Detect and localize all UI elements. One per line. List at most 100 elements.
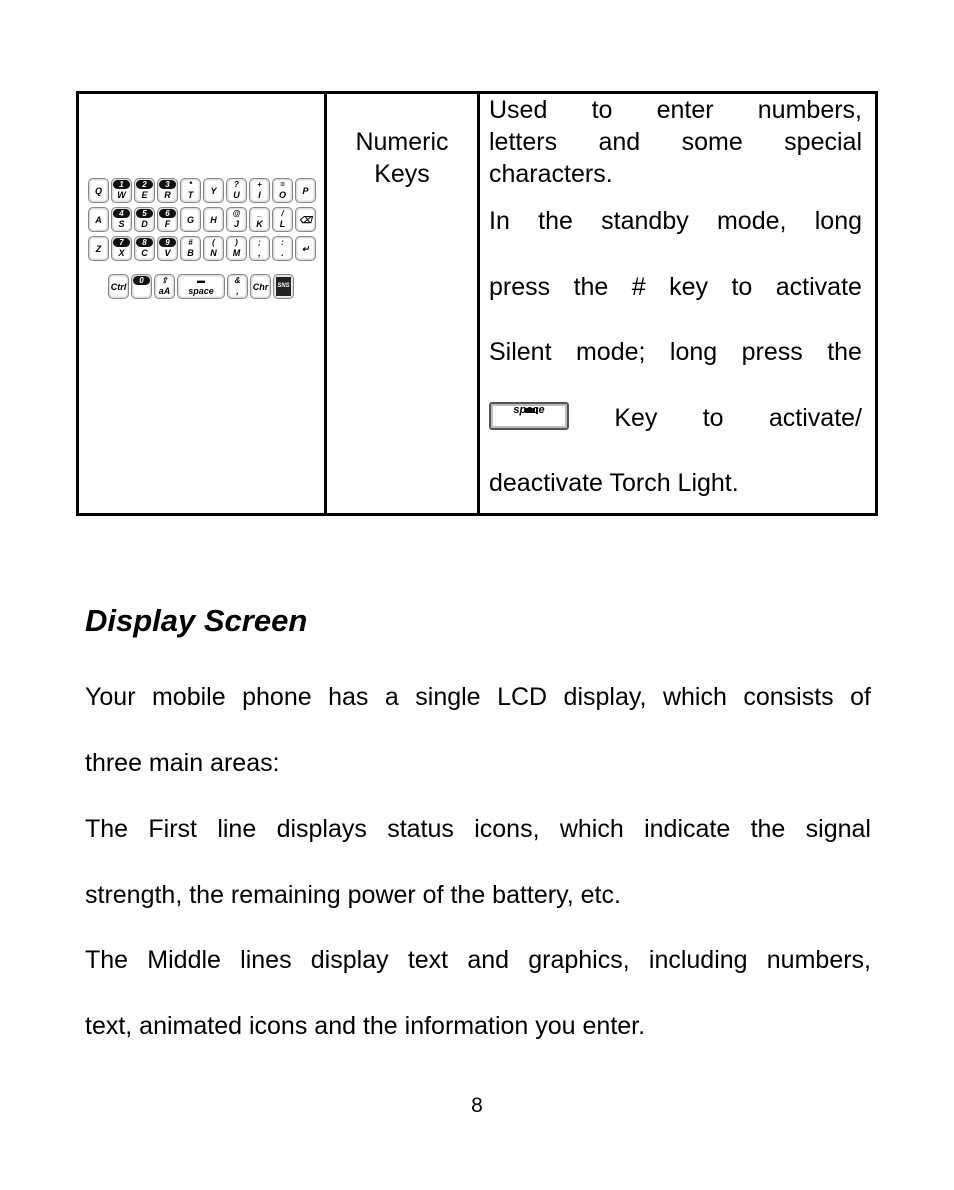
key-label: V [164, 248, 171, 258]
keyboard-key: A [88, 207, 109, 232]
word: indicate [644, 815, 731, 843]
keys-table: Q 1 W 2 E 3 R * T Y? U + I = O P A 4 S 5 D 6 F G H @ J _ K / L ⌫ Z 7 X 8 C 9 V… [76, 91, 878, 516]
word: line [217, 815, 257, 843]
key-secondary-label: & [234, 276, 241, 285]
word: mobile [151, 683, 226, 711]
text-line: text, animated icons and the information… [85, 1010, 871, 1076]
key-secondary-label: ; [258, 238, 261, 247]
word: letters [489, 128, 558, 156]
key-label: ↵ [301, 244, 310, 254]
key-secondary-label: 4 [113, 209, 130, 218]
word: the [573, 272, 609, 301]
keyboard-key: * T [180, 178, 201, 203]
word: In [489, 207, 510, 235]
key-secondary-label: 3 [159, 180, 176, 189]
keyboard-key: 6F [157, 207, 178, 232]
description-paragraph: In the standby mode, long press the # key to activ… [489, 205, 862, 533]
keyboard-key: Ctrl [108, 274, 129, 299]
text-line: Used to enter numbers, [489, 94, 862, 126]
word: status [387, 815, 454, 843]
key-label: M [232, 248, 241, 258]
keyboard-key: SNS [273, 274, 294, 299]
word: the [538, 207, 573, 235]
key-secondary-label: 9 [159, 238, 176, 247]
keyboard-row: Ctrl 0 ⇧ aA ▬ space &, Chr SNS [108, 274, 294, 299]
description-paragraph: Used to enter numbers, letters and some special… [489, 94, 862, 190]
key-label: A [95, 215, 102, 225]
key-label: Q [94, 186, 102, 196]
keyboard-key: ) M [226, 236, 247, 261]
keyboard-key: 2E [134, 178, 155, 203]
key-secondary-label: 7 [113, 238, 130, 247]
key-label: N [210, 248, 217, 258]
word: including [648, 946, 748, 974]
word: press [741, 338, 803, 366]
word: mode; [575, 338, 646, 366]
key-label: J [233, 219, 239, 229]
key-label: W [117, 190, 126, 200]
word: the [750, 815, 786, 843]
key-label: P [302, 186, 309, 196]
key-label: Chr [252, 282, 269, 292]
word: special [784, 128, 862, 156]
keyboard-key: &, [227, 274, 248, 299]
key-label: SNS [276, 277, 291, 296]
word: graphics, [528, 946, 630, 974]
word: mode, [716, 207, 787, 235]
text-line: The Middle lines display text and graphics, inc… [85, 944, 871, 1010]
keyboard-key: G [180, 207, 201, 232]
keyboard-key: ▬ space [177, 274, 225, 299]
key-label: T [187, 190, 194, 200]
text-line: characters. [489, 158, 862, 190]
keyboard-key: ? U [226, 178, 247, 203]
key-label: , [258, 248, 261, 258]
word: single [415, 683, 481, 711]
key-secondary-label: @ [232, 209, 241, 218]
key-label: O [278, 190, 286, 200]
key-label: aA [158, 286, 171, 296]
word: First [148, 815, 198, 843]
page-number: 8 [471, 1094, 483, 1117]
text-line: Silent mode; long press the [489, 336, 862, 402]
key-description-cell: Used to enter numbers, letters and some special… [489, 94, 862, 533]
key-label: E [141, 190, 148, 200]
word: Key [614, 403, 658, 432]
key-label: U [233, 190, 240, 200]
key-label: G [186, 215, 194, 225]
word: of [850, 683, 871, 711]
word: and [467, 946, 510, 974]
word: activate/ [768, 403, 862, 432]
keyboard-key: P [295, 178, 316, 203]
word: text [407, 946, 449, 974]
word: signal [805, 815, 871, 843]
keyboard-row: Z 7 X 8 C 9 V # B(N) M;,:. ↵ [88, 236, 316, 261]
word: Your [85, 683, 136, 711]
key-name-line: Numeric [355, 128, 449, 156]
keyboard-key: 9V [157, 236, 178, 261]
key-secondary-label: + [257, 180, 262, 189]
word: icons, [474, 815, 540, 843]
keyboard-row: A 4 S 5 D 6 F G H @ J _ K / L ⌫ [88, 207, 316, 232]
word: Used [489, 96, 548, 124]
keyboard-key: (N [203, 236, 224, 261]
text-line: strength, the remaining power of the bat… [85, 879, 871, 945]
keyboard-key: 7X [111, 236, 132, 261]
body-paragraph: The Middle lines display text and graphics, inc… [85, 944, 871, 1075]
section-heading: Display Screen [85, 603, 308, 638]
key-label: space [188, 286, 214, 296]
key-label: L [279, 219, 286, 229]
keyboard-key: + I [249, 178, 270, 203]
word: The [85, 946, 129, 974]
keyboard-key: 4S [111, 207, 132, 232]
key-secondary-label: ( [212, 238, 215, 247]
key-label: D [141, 219, 148, 229]
text-run: deactivate Torch Light. [489, 469, 739, 497]
word: which [559, 815, 624, 843]
keyboard-key: ;, [249, 236, 270, 261]
word: to [731, 272, 753, 301]
keyboard-key: 0 [131, 274, 152, 299]
keyboard-key: Q [88, 178, 109, 203]
word: lines [240, 946, 292, 974]
keyboard-key: H [203, 207, 224, 232]
key-label: . [281, 248, 284, 258]
